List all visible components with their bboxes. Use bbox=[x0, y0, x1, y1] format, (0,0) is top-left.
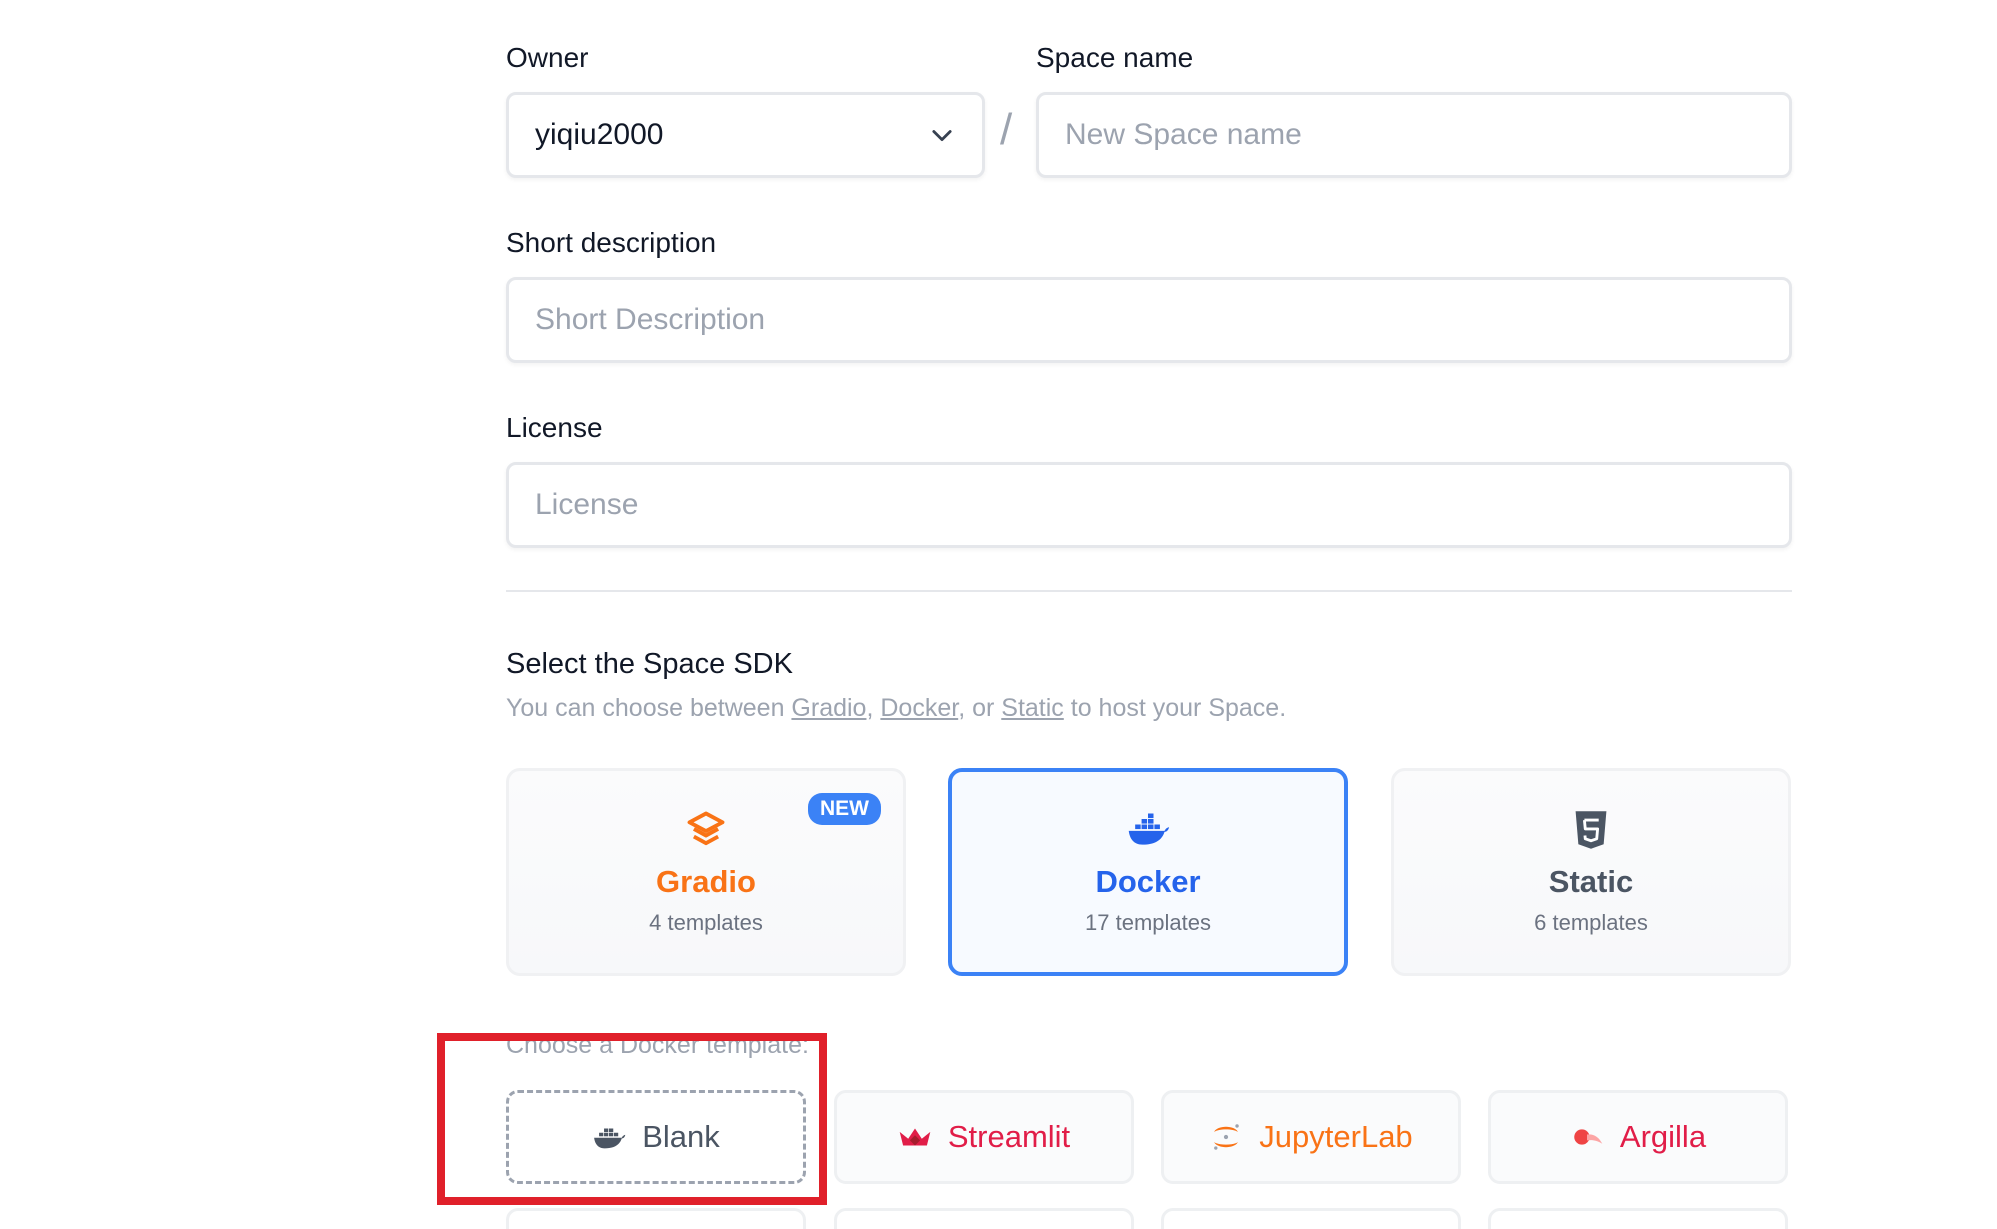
license-field[interactable] bbox=[506, 462, 1792, 548]
sdk-subtitle-suffix: to host your Space. bbox=[1063, 694, 1287, 722]
template-row-2-item[interactable] bbox=[834, 1208, 1134, 1229]
section-divider bbox=[506, 590, 1792, 592]
space-name-field[interactable] bbox=[1036, 92, 1792, 178]
template-streamlit[interactable]: Streamlit bbox=[834, 1090, 1134, 1184]
template-row-2-item[interactable] bbox=[1488, 1208, 1788, 1229]
license-label: License bbox=[506, 412, 603, 443]
chevron-down-icon bbox=[932, 130, 952, 142]
space-name-label: Space name bbox=[1036, 42, 1194, 73]
sdk-card-title: Docker bbox=[1095, 864, 1201, 899]
template-name: Argilla bbox=[1619, 1119, 1707, 1154]
new-badge: NEW bbox=[808, 793, 881, 825]
gradio-docs-link[interactable]: Gradio bbox=[791, 694, 866, 722]
space-name-input[interactable] bbox=[1065, 118, 1763, 152]
owner-label: Owner bbox=[506, 42, 589, 73]
sdk-subtitle-comma: , bbox=[866, 694, 881, 722]
gradio-icon bbox=[687, 811, 725, 846]
docker-icon bbox=[1128, 813, 1170, 845]
sdk-subtitle-or: , or bbox=[958, 694, 1002, 722]
jupyter-icon bbox=[1214, 1124, 1240, 1150]
license-input[interactable] bbox=[535, 488, 1763, 522]
owner-select[interactable]: yiqiu2000 bbox=[506, 92, 985, 178]
html5-icon bbox=[1575, 811, 1607, 849]
sdk-section-subtitle: You can choose between Gradio, Docker, o… bbox=[506, 694, 1286, 723]
template-name: JupyterLab bbox=[1259, 1119, 1413, 1154]
sdk-card-static[interactable]: Static 6 templates bbox=[1391, 768, 1791, 976]
sdk-card-count: 6 templates bbox=[1534, 910, 1648, 935]
create-space-form: Owner yiqiu2000 / Space name Short descr… bbox=[0, 0, 1997, 1229]
template-row-2-item[interactable] bbox=[506, 1208, 806, 1229]
highlight-annotation bbox=[437, 1033, 827, 1205]
short-description-input[interactable] bbox=[535, 303, 1763, 337]
template-jupyterlab[interactable]: JupyterLab bbox=[1161, 1090, 1461, 1184]
owner-value: yiqiu2000 bbox=[535, 118, 664, 151]
template-argilla[interactable]: Argilla bbox=[1488, 1090, 1788, 1184]
short-description-field[interactable] bbox=[506, 277, 1792, 363]
docker-docs-link[interactable]: Docker bbox=[880, 694, 958, 722]
short-description-label: Short description bbox=[506, 227, 717, 258]
owner-name-separator: / bbox=[1000, 105, 1013, 154]
sdk-card-gradio[interactable]: NEW Gradio 4 templates bbox=[506, 768, 906, 976]
streamlit-icon bbox=[899, 1128, 931, 1146]
sdk-section-title: Select the Space SDK bbox=[506, 648, 793, 680]
sdk-card-title: Static bbox=[1548, 864, 1634, 899]
sdk-card-title: Gradio bbox=[656, 864, 756, 899]
sdk-subtitle-prefix: You can choose between bbox=[506, 694, 792, 722]
sdk-card-docker[interactable]: Docker 17 templates bbox=[948, 768, 1348, 976]
template-name: Streamlit bbox=[947, 1119, 1071, 1154]
argilla-icon bbox=[1574, 1129, 1603, 1145]
sdk-card-count: 4 templates bbox=[649, 910, 763, 935]
static-docs-link[interactable]: Static bbox=[1001, 694, 1064, 722]
sdk-card-count: 17 templates bbox=[1085, 910, 1211, 935]
template-row-2-item[interactable] bbox=[1161, 1208, 1461, 1229]
